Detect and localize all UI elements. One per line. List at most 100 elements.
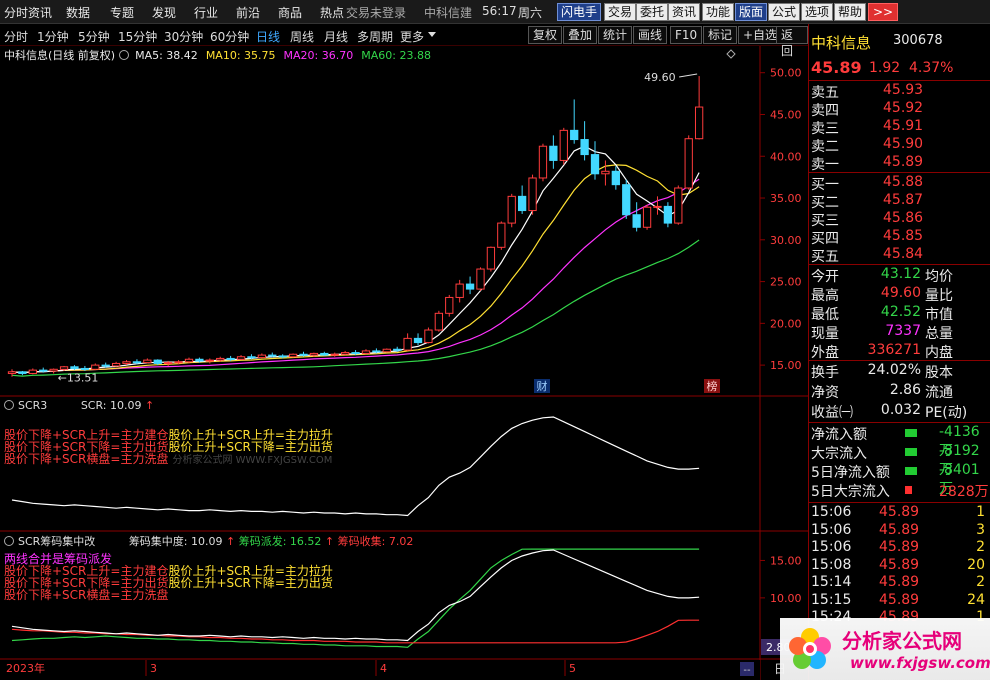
stock-name: 中科信息 (811, 34, 872, 52)
menu-item-fenshi[interactable]: 分时 (4, 4, 28, 21)
chart-area[interactable]: 50.00 45.00 40.00 35.00 30.00 25.00 20.00 15.00… (0, 46, 808, 680)
tool-xuanxiang[interactable]: 选项 (801, 3, 834, 21)
menu-item-shangpin[interactable]: 商品 (278, 4, 302, 21)
period-15min[interactable]: 15分钟 (118, 28, 157, 45)
tick-vol: 2 (976, 574, 985, 590)
btn-fuquan[interactable]: 复权 (528, 26, 563, 44)
bid-price: 45.87 (883, 192, 924, 208)
period-more-chevron-icon[interactable] (428, 32, 436, 37)
period-60min[interactable]: 60分钟 (210, 28, 249, 45)
flow-row: 大宗流入 -8192万 (809, 443, 990, 478)
tick-vol: 1 (976, 504, 985, 520)
weekday: 周六 (518, 6, 543, 20)
high-label: 49.60 (644, 71, 676, 84)
candle-body (132, 361, 142, 364)
stat-label2: 总量 (925, 326, 953, 342)
ask-row: 卖五 45.93 (809, 82, 990, 101)
btn-f10[interactable]: F10 (670, 26, 703, 44)
ask-label: 卖三 (811, 121, 839, 137)
candle-body (434, 312, 443, 331)
tick-time: 15:14 (811, 574, 852, 590)
btn-biaoji[interactable]: 标记 (703, 26, 738, 44)
period-fenshi[interactable]: 分时 (4, 28, 28, 45)
chip-dispatch-line (11, 548, 700, 648)
candle-body (497, 222, 506, 248)
tool-gongneng[interactable]: 功能 (702, 3, 735, 21)
period-week[interactable]: 周线 (290, 28, 314, 45)
tool-zixun[interactable]: 资讯 (668, 3, 701, 21)
bid-price: 45.88 (883, 174, 924, 190)
menu-item-zixun[interactable]: 资讯 (28, 4, 52, 21)
candle-body (49, 368, 58, 372)
candle-body (694, 106, 704, 140)
btn-diejia[interactable]: 叠加 (563, 26, 598, 44)
more-chevron-icon[interactable]: >> (868, 3, 898, 21)
btn-tongji[interactable]: 统计 (598, 26, 633, 44)
bid-price: 45.84 (883, 246, 924, 262)
tool-gongshi[interactable]: 公式 (768, 3, 801, 21)
tick-price: 45.89 (879, 556, 920, 573)
bid-label: 买二 (811, 195, 839, 211)
tick-row: 15:15 45.89 24 (809, 592, 990, 610)
period-more[interactable]: 更多 (400, 28, 424, 45)
candle-body (403, 337, 412, 351)
candle-body (465, 283, 475, 290)
candle-body (486, 246, 496, 270)
period-month[interactable]: 月线 (324, 28, 348, 45)
ask-price: 45.92 (883, 100, 924, 116)
flow-label: 5日净流入额 (811, 465, 890, 481)
tool-shandianshou[interactable]: 闪电手 (557, 3, 602, 21)
menu-item-shuju[interactable]: 数据 (66, 4, 90, 21)
stat-row: 今开 43.12 均价 (809, 266, 990, 285)
candle-body (507, 195, 516, 224)
period-multi[interactable]: 多周期 (357, 28, 393, 45)
btn-huaxian[interactable]: 画线 (633, 26, 668, 44)
period-30min[interactable]: 30分钟 (164, 28, 203, 45)
bid-price: 45.85 (883, 228, 924, 244)
stat2-value: 2.86 (889, 382, 921, 398)
stat2-label2: 股本 (925, 365, 953, 381)
menu-item-qianyan[interactable]: 前沿 (236, 4, 260, 21)
candle-body (330, 353, 339, 356)
ask-price: 45.90 (883, 136, 924, 152)
ask-row: 卖四 45.92 (809, 100, 990, 119)
candle-body (70, 366, 79, 369)
candle-body (80, 367, 90, 370)
candle-body (549, 145, 558, 161)
candle-body (445, 296, 454, 314)
tool-bangzhu[interactable]: 帮助 (834, 3, 867, 21)
menu-item-zhuanti[interactable]: 专题 (110, 4, 134, 21)
flow-bar-icon (905, 467, 917, 475)
candle-body (299, 353, 308, 356)
login-status[interactable]: 交易未登录 (346, 4, 406, 21)
bid-label: 买四 (811, 231, 839, 247)
badge-bang: 榜 (707, 379, 718, 393)
stat-row: 现量 7337 总量 (809, 323, 990, 342)
tool-banmian[interactable]: 版面 (735, 3, 768, 21)
period-day[interactable]: 日线 (256, 28, 280, 45)
stat-value: 49.60 (880, 285, 921, 301)
candle-body (278, 355, 287, 358)
stat2-label: 换手 (811, 365, 839, 381)
tick-price: 45.89 (879, 574, 920, 590)
period-1min[interactable]: 1分钟 (37, 28, 69, 45)
menu-item-redian[interactable]: 热点 (320, 4, 344, 21)
period-5min[interactable]: 5分钟 (78, 28, 110, 45)
ask-label: 卖四 (811, 103, 839, 119)
btn-fanhui[interactable]: 返回 (776, 26, 808, 58)
tool-weituo[interactable]: 委托 (636, 3, 669, 21)
tick-row: 15:06 45.89 1 (809, 504, 990, 522)
price-tick-label: 40.00 (770, 150, 802, 163)
candle-body (528, 177, 537, 212)
chart-svg[interactable]: 50.00 45.00 40.00 35.00 30.00 25.00 20.00 15.00… (0, 46, 808, 680)
tick-vol: 24 (967, 591, 985, 608)
tick-price: 45.89 (879, 591, 920, 608)
tool-jiaoyi[interactable]: 交易 (604, 3, 637, 21)
menu-item-hangye[interactable]: 行业 (194, 4, 218, 21)
price-change: 1.92 (869, 60, 901, 76)
candle-body (517, 195, 527, 212)
tick-vol: 20 (967, 556, 985, 573)
tick-time: 15:06 (811, 539, 852, 555)
candle-body (611, 170, 620, 186)
menu-item-faxian[interactable]: 发现 (152, 4, 176, 21)
